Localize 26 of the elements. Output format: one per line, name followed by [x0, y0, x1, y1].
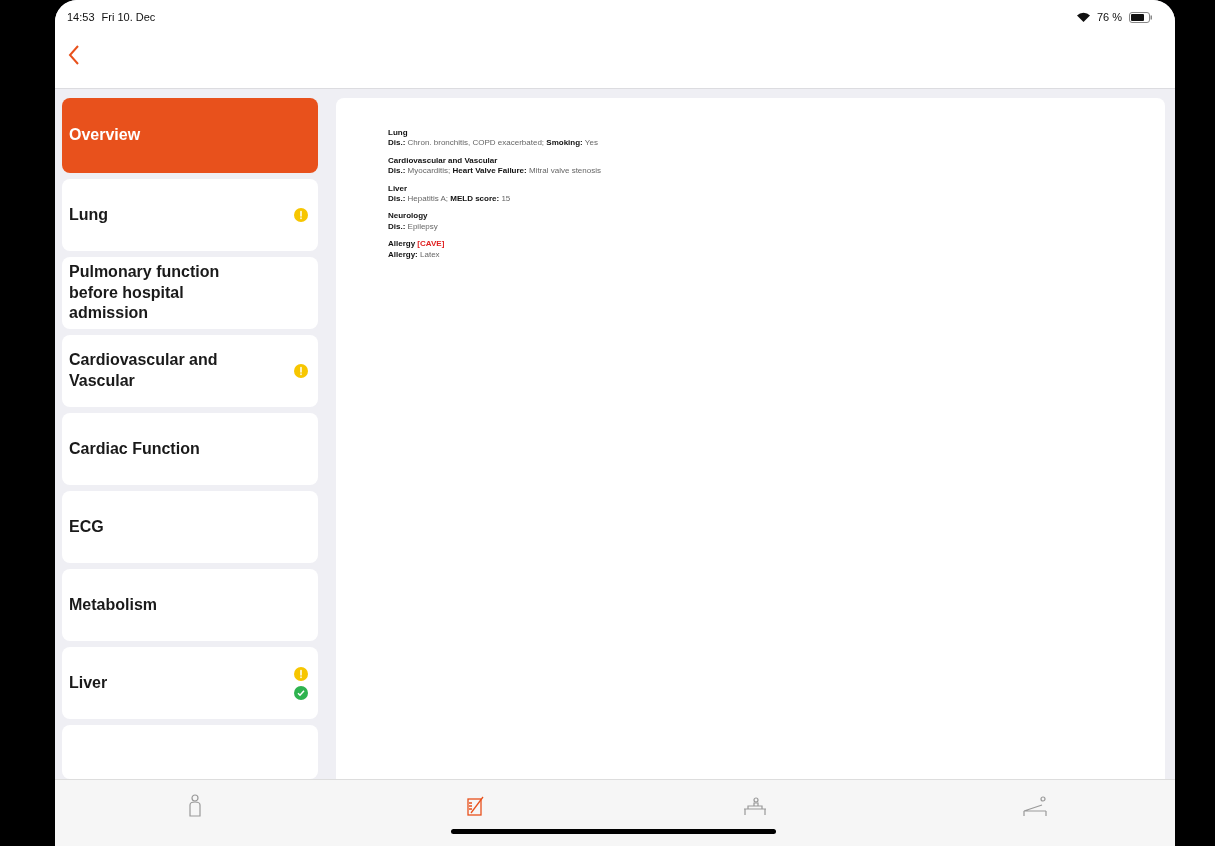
section-detail: Allergy: Latex	[388, 249, 441, 260]
section-detail: Dis.: Epilepsy	[388, 221, 439, 233]
status-time: 14:53	[67, 11, 95, 23]
section-title: Liver	[388, 183, 408, 193]
sidebar-item[interactable]: ECG	[62, 491, 318, 563]
sidebar-item[interactable]: Lung	[62, 179, 318, 251]
section-title: Allergy	[388, 239, 416, 249]
sidebar-item[interactable]: Overview	[62, 98, 318, 173]
wifi-icon	[1076, 12, 1090, 22]
battery-icon	[1129, 11, 1153, 23]
section-detail: Dis.: Hepatitis A; MELD score: 15	[388, 193, 512, 205]
section-detail: Dis.: Myocarditis; Heart Valve Failure: Mitral valve stenosis	[388, 166, 602, 177]
sidebar-item[interactable]: Pulmonary function before hospital admission	[62, 257, 318, 329]
sidebar-item[interactable]: Cardiovascular and Vascular	[62, 335, 318, 407]
back-button[interactable]	[67, 44, 81, 66]
recliner-tab[interactable]	[1020, 794, 1050, 818]
section-title: Neurology	[388, 211, 428, 221]
section-title: Lung	[388, 128, 408, 137]
sidebar-item[interactable]: Metabolism	[62, 569, 318, 641]
section-detail: Dis.: Chron. bronchitis, COPD exacerbated; Smoking: Yes	[388, 138, 599, 149]
section-title: Cardiovascular and Vascular	[388, 155, 498, 165]
sidebar-item[interactable]: Liver	[62, 647, 318, 719]
caution-tag: [CAVE]	[417, 239, 445, 249]
sidebar-item[interactable]: Cardiac Function	[62, 413, 318, 485]
battery-percent: 76 %	[1096, 11, 1122, 23]
status-date: Fri 10. Dec	[101, 11, 156, 23]
